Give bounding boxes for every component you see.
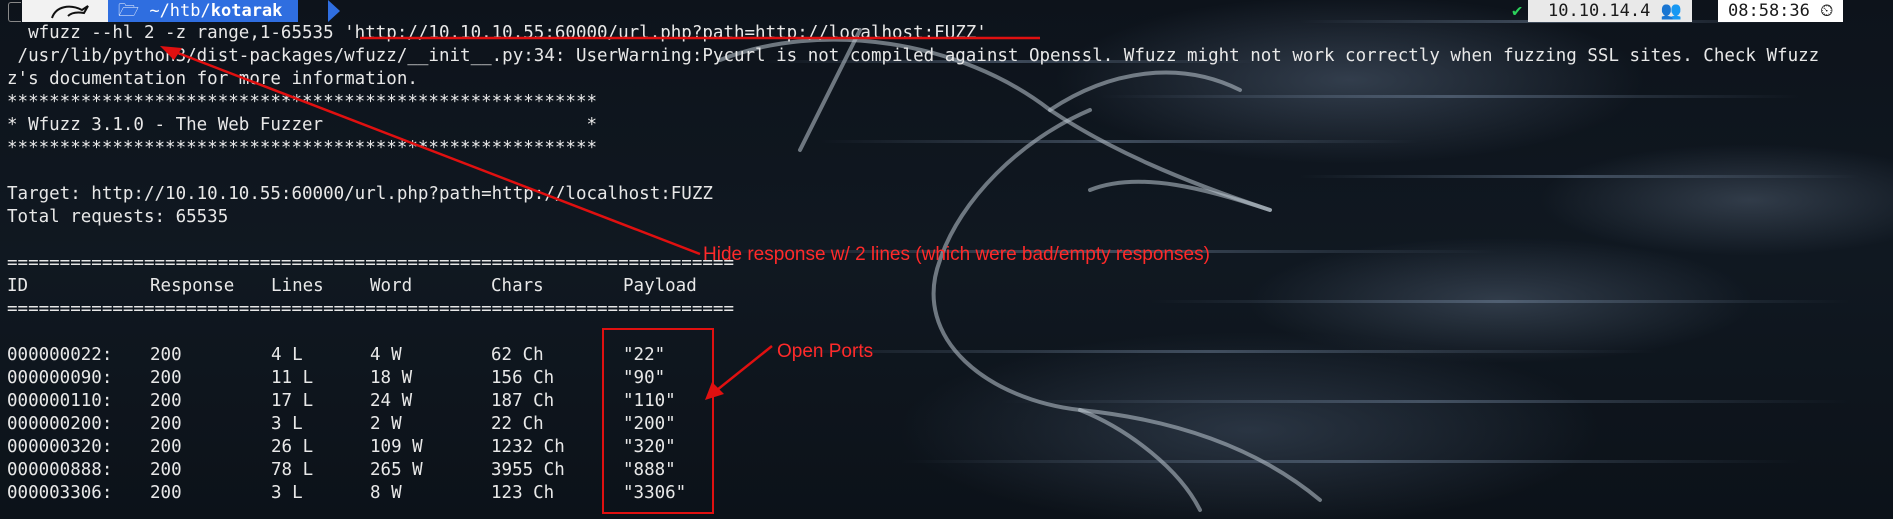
open-ports-highlight-box — [602, 328, 714, 514]
open-ports-annotation: Open Ports — [777, 341, 874, 362]
ports-arrow-line — [711, 345, 773, 395]
hide-arrow-line — [164, 46, 701, 256]
hide-response-annotation: Hide response w/ 2 lines (which were bad… — [703, 244, 1210, 265]
